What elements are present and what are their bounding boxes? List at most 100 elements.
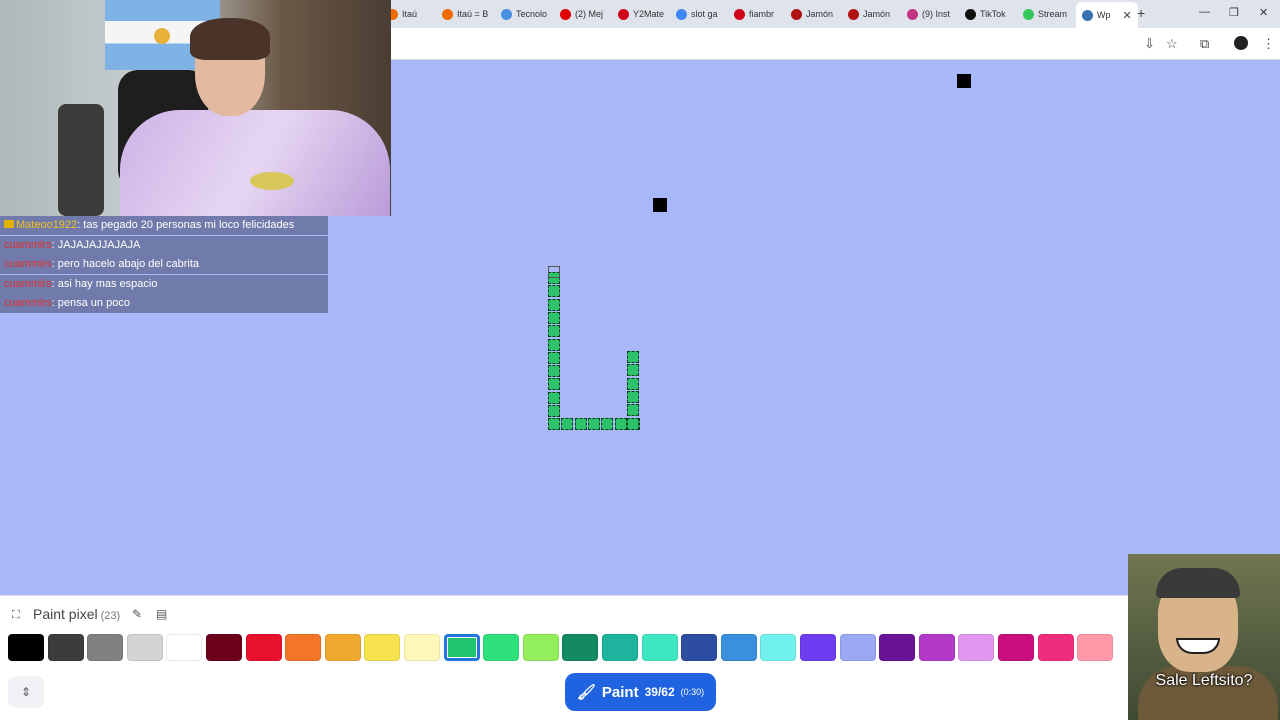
color-swatch[interactable]	[166, 634, 203, 661]
save-icon[interactable]: ▤	[156, 607, 167, 621]
tab-favicon	[501, 8, 512, 20]
color-swatch[interactable]	[87, 634, 124, 661]
tab-7[interactable]: fiambr	[734, 4, 774, 24]
close-window-button[interactable]: ✕	[1259, 6, 1268, 19]
tab-10[interactable]: (9) Inst	[907, 4, 950, 24]
new-tab-button[interactable]: +	[1137, 5, 1145, 21]
color-swatch[interactable]	[958, 634, 995, 661]
pixel-green	[627, 364, 639, 377]
pixel-black	[957, 74, 971, 88]
color-swatch[interactable]	[47, 634, 84, 661]
chat-message: Mateoo1922: tas pegado 20 personas mi lo…	[0, 216, 328, 235]
pixel-green	[548, 391, 560, 404]
character-overlay	[1128, 554, 1280, 720]
tab-12[interactable]: Stream	[1023, 4, 1067, 24]
extensions-icon[interactable]: ⧉	[1200, 36, 1209, 52]
pixel-green	[614, 418, 627, 430]
profile-avatar[interactable]	[1234, 36, 1248, 50]
chat-username: cuammirs	[4, 297, 52, 310]
chat-message: cuammirs: JAJAJAJJAJAJA	[0, 235, 328, 255]
chat-message: cuammirs: pero hacelo abajo del cabrita	[0, 255, 328, 275]
pixel-green	[548, 418, 560, 431]
tab-2[interactable]: Itaú = B	[442, 4, 488, 24]
color-swatch[interactable]	[879, 634, 916, 661]
color-swatch[interactable]	[760, 634, 797, 661]
food-bowl	[250, 172, 294, 190]
color-swatch[interactable]	[641, 634, 678, 661]
color-swatch[interactable]	[483, 634, 520, 661]
color-swatch[interactable]	[206, 634, 242, 661]
tab-8[interactable]: Jamón	[791, 4, 833, 24]
collapse-toggle-icon[interactable]: ⇕	[8, 676, 44, 708]
tab-favicon	[791, 8, 802, 20]
close-tab-icon[interactable]: ✕	[1123, 9, 1132, 22]
tab-active[interactable]: Wp ✕	[1076, 2, 1138, 28]
tab-3[interactable]: Tecnolo	[501, 4, 547, 24]
tab-1[interactable]: Itaú	[387, 4, 417, 24]
tab-favicon	[907, 8, 918, 20]
chat-username: Mateoo1922	[16, 219, 78, 231]
color-swatch[interactable]	[681, 634, 718, 661]
color-swatch[interactable]	[245, 634, 282, 661]
screen: Itaú Itaú = B Tecnolo (2) Mej Y2Mate slo…	[0, 0, 1280, 720]
pixel-green	[548, 338, 560, 351]
color-swatch[interactable]	[839, 634, 876, 661]
chat-username: cuammirs	[4, 277, 52, 290]
pixel-green	[601, 418, 614, 430]
pixel-green	[627, 351, 639, 363]
chat-message: cuammirs: pensa un poco	[0, 294, 328, 314]
pixel-green	[548, 351, 560, 364]
color-swatch[interactable]	[364, 634, 401, 661]
bookmark-star-icon[interactable]: ☆	[1166, 36, 1178, 52]
expand-icon[interactable]: ⛶	[12, 609, 20, 622]
chat-username: cuammirs	[4, 258, 52, 271]
color-swatch[interactable]	[1077, 634, 1114, 661]
tab-6[interactable]: slot ga	[676, 4, 718, 24]
chat-text: : pero hacelo abajo del cabrita	[51, 258, 200, 271]
color-swatch[interactable]	[126, 634, 163, 661]
globe-icon	[1082, 9, 1093, 21]
crown-badge-icon	[4, 220, 14, 228]
chat-text: : pensa un poco	[51, 297, 130, 310]
color-swatch[interactable]	[720, 634, 757, 661]
brush-icon: 🖌	[576, 684, 596, 701]
color-swatch[interactable]	[443, 634, 480, 661]
pixel-green	[548, 365, 560, 378]
tab-11[interactable]: TikTok	[965, 4, 1006, 24]
color-swatch[interactable]	[562, 634, 599, 661]
flag-sun	[154, 28, 170, 44]
menu-icon[interactable]: ⋮	[1262, 36, 1275, 52]
chat-text: : JAJAJAJJAJAJA	[51, 238, 141, 251]
pixel-cursor	[548, 266, 560, 278]
color-swatch[interactable]	[8, 634, 44, 661]
paint-button[interactable]: 🖌 Paint 39/62 (0:30)	[565, 673, 716, 711]
chat-text: : asi hay mas espacio	[51, 277, 158, 290]
install-icon[interactable]: ⇩	[1144, 36, 1155, 52]
tab-9[interactable]: Jamón	[848, 4, 890, 24]
pixel-green	[627, 377, 639, 390]
color-swatch[interactable]	[1037, 634, 1074, 661]
tab-favicon	[848, 8, 859, 20]
pixel-green	[548, 325, 560, 338]
color-swatch[interactable]	[324, 634, 361, 661]
color-swatch[interactable]	[285, 634, 322, 661]
minimize-button[interactable]: —	[1199, 6, 1210, 18]
tab-5[interactable]: Y2Mate	[618, 4, 664, 24]
color-swatch[interactable]	[602, 634, 638, 661]
maximize-button[interactable]: ❐	[1229, 6, 1239, 19]
color-swatch[interactable]	[522, 634, 559, 661]
color-swatch[interactable]	[918, 634, 955, 661]
paint-timer: (0:30)	[680, 687, 705, 697]
pixel-green	[548, 298, 560, 311]
tab-favicon	[676, 8, 687, 20]
streamer-hair	[190, 18, 270, 60]
pixel-black	[653, 198, 667, 212]
tab-favicon	[1023, 8, 1034, 20]
color-swatch[interactable]	[800, 634, 836, 661]
color-swatch[interactable]	[998, 634, 1034, 661]
pixel-green	[561, 418, 574, 430]
pencil-icon[interactable]: ✎	[132, 607, 142, 621]
color-swatch[interactable]	[404, 634, 440, 661]
tab-4[interactable]: (2) Mej	[560, 4, 603, 24]
tab-favicon	[965, 8, 976, 20]
